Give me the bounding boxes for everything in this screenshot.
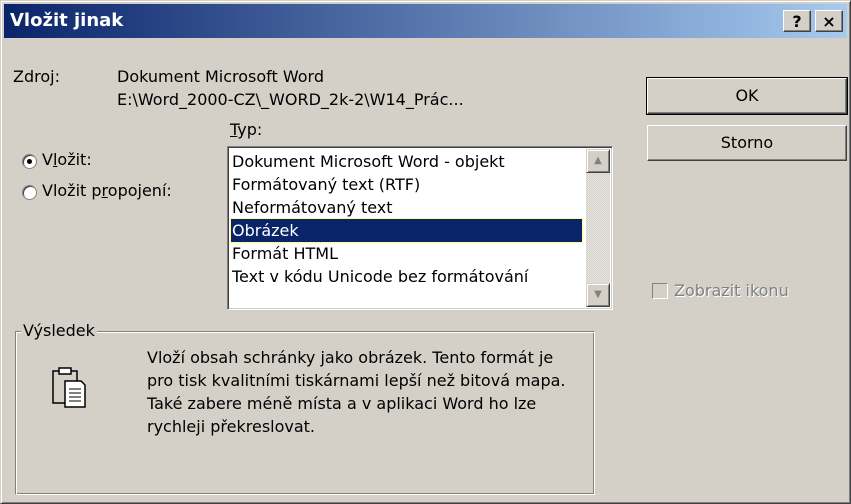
source-name: Dokument Microsoft Word: [117, 67, 324, 86]
list-item[interactable]: Dokument Microsoft Word - objekt: [231, 150, 582, 173]
paste-link-label-end: opojení:: [107, 181, 172, 200]
close-button[interactable]: ×: [815, 10, 843, 32]
list-item[interactable]: Text v kódu Unicode bez formátování: [231, 265, 582, 288]
radio-selected-dot: [27, 159, 32, 164]
dialog-title: Vložit jinak: [10, 10, 124, 31]
paste-label-end: ožit:: [57, 150, 92, 169]
result-line: pro tisk kvalitními tiskárnami lepší než…: [147, 371, 566, 390]
paste-special-dialog: Vložit jinak ? × Zdroj: Dokument Microso…: [0, 0, 851, 504]
paste-link-label-start: Vložit p: [42, 181, 102, 200]
title-bar[interactable]: Vložit jinak ? ×: [4, 4, 847, 38]
source-path: E:\Word_2000-CZ\_WORD_2k-2\W14_Prác...: [117, 90, 464, 109]
show-icon-label[interactable]: Zobrazit ikonu: [674, 281, 789, 300]
paste-link-radio-label[interactable]: Vložit propojení:: [42, 181, 172, 200]
source-label: Zdroj:: [13, 67, 60, 86]
result-line: Vloží obsah schránky jako obrázek. Tento…: [147, 348, 554, 367]
list-item[interactable]: Formátovaný text (RTF): [231, 173, 582, 196]
clipboard-icon: [52, 367, 86, 408]
paste-link-radio[interactable]: [22, 185, 37, 200]
result-description: Vloží obsah schránky jako obrázek. Tento…: [147, 346, 597, 438]
list-item-selected[interactable]: Obrázek: [230, 218, 583, 243]
cancel-button[interactable]: Storno: [647, 125, 847, 161]
list-scrollbar[interactable]: ▲ ▼: [586, 149, 610, 307]
show-icon-checkbox[interactable]: [652, 283, 668, 299]
type-label: Typ:: [230, 120, 262, 139]
result-group-label: Výsledek: [21, 321, 97, 340]
list-item[interactable]: Formát HTML: [231, 242, 582, 265]
paste-label-start: V: [42, 150, 53, 169]
help-button[interactable]: ?: [783, 10, 811, 32]
ok-button[interactable]: OK: [646, 77, 848, 115]
scroll-up-icon[interactable]: ▲: [586, 149, 610, 173]
paste-radio-label[interactable]: Vložit:: [42, 150, 92, 169]
paste-radio[interactable]: [22, 154, 37, 169]
result-line: Také zabere méně místa a v aplikaci Word…: [147, 394, 537, 413]
format-listbox[interactable]: Dokument Microsoft Word - objekt Formáto…: [227, 146, 613, 310]
list-item[interactable]: Neformátovaný text: [231, 196, 582, 219]
type-label-rest: yp:: [237, 120, 263, 139]
scroll-down-icon[interactable]: ▼: [586, 283, 610, 307]
result-line: rychleji překreslovat.: [147, 417, 316, 436]
